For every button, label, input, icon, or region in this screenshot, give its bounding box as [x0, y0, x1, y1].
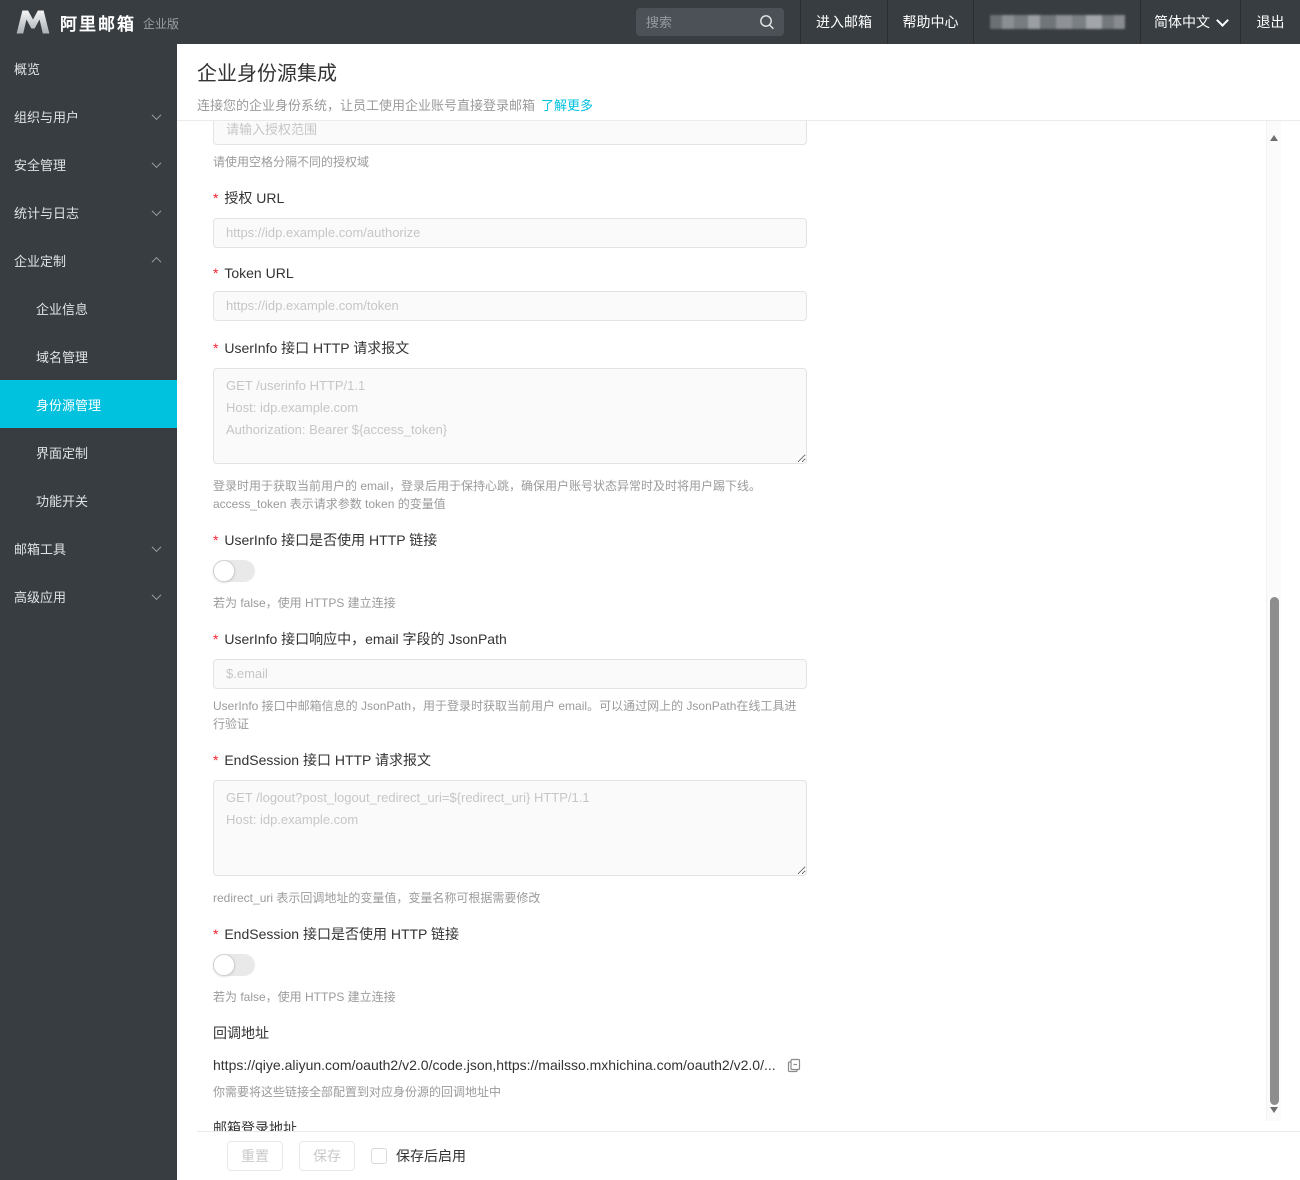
header-nav: 进入邮箱 帮助中心 简体中文 退出 [800, 0, 1300, 44]
endsession-http-label: EndSession 接口是否使用 HTTP 链接 [213, 924, 807, 944]
sidebar-item-mail-tools[interactable]: 邮箱工具 [0, 524, 177, 572]
sidebar-item-identity-source[interactable]: 身份源管理 [0, 380, 177, 428]
header-search[interactable] [636, 8, 784, 36]
main-content: 企业身份源集成 连接您的企业身份系统，让员工使用企业账号直接登录邮箱 了解更多 请… [177, 44, 1300, 1180]
callback-helper: 你需要将这些链接全部配置到对应身份源的回调地址中 [213, 1084, 502, 1099]
language-selector[interactable]: 简体中文 [1140, 0, 1240, 44]
endsession-request-textarea[interactable] [213, 779, 807, 876]
logout-button[interactable]: 退出 [1240, 0, 1300, 44]
chevron-down-icon [151, 109, 162, 120]
auth-url-label: 授权 URL [213, 188, 807, 208]
enable-after-save[interactable]: 保存后启用 [371, 1146, 466, 1166]
endsession-request-helper: redirect_uri 表示回调地址的变量值，变量名称可根据需要修改 [213, 890, 541, 905]
top-bar: 阿里邮箱 企业版 进入邮箱 帮助中心 简体中文 退出 [0, 0, 1300, 44]
field-token-url: Token URL [213, 265, 807, 321]
account-menu[interactable] [973, 0, 1140, 44]
page-header: 企业身份源集成 连接您的企业身份系统，让员工使用企业账号直接登录邮箱 了解更多 [177, 44, 1300, 121]
endsession-http-toggle[interactable] [213, 953, 255, 976]
field-callback: 回调地址 https://qiye.aliyun.com/oauth2/v2.0… [213, 1023, 807, 1101]
page-title: 企业身份源集成 [197, 63, 337, 85]
enable-after-save-checkbox[interactable] [371, 1147, 387, 1164]
scrollbar-thumb[interactable] [1270, 597, 1279, 1105]
brand: 阿里邮箱 企业版 [0, 9, 179, 35]
userinfo-request-helper: 登录时用于获取当前用户的 email，登录后用于保持心跳，确保用户账号状态异常时… [213, 478, 762, 511]
scroll-down-icon[interactable] [1270, 1107, 1278, 1113]
userinfo-request-label: UserInfo 接口 HTTP 请求报文 [213, 338, 807, 358]
toggle-knob [213, 953, 235, 976]
sidebar-item-enterprise-custom[interactable]: 企业定制 [0, 236, 177, 284]
field-email-jsonpath: UserInfo 接口响应中，email 字段的 JsonPath UserIn… [213, 629, 807, 733]
endsession-http-helper: 若为 false，使用 HTTPS 建立连接 [213, 989, 396, 1004]
chevron-down-icon [151, 205, 162, 216]
search-icon[interactable] [758, 13, 776, 31]
toggle-knob [213, 559, 235, 582]
email-jsonpath-helper: UserInfo 接口中邮箱信息的 JsonPath，用于登录时获取当前用户 e… [213, 698, 797, 731]
scope-input[interactable] [213, 121, 807, 145]
sidebar-item-ui-custom[interactable]: 界面定制 [0, 428, 177, 476]
field-userinfo-request: UserInfo 接口 HTTP 请求报文 登录时用于获取当前用户的 email… [213, 338, 807, 513]
language-label: 简体中文 [1154, 14, 1210, 30]
save-button[interactable]: 保存 [299, 1140, 355, 1171]
reset-button[interactable]: 重置 [227, 1140, 283, 1171]
callback-label: 回调地址 [213, 1024, 269, 1041]
identity-source-form: 请使用空格分隔不同的授权域 授权 URL Token URL UserInfo … [213, 121, 807, 1131]
sidebar-item-overview[interactable]: 概览 [0, 44, 177, 92]
form-scroll-area: 请使用空格分隔不同的授权域 授权 URL Token URL UserInfo … [177, 121, 1266, 1131]
copy-icon[interactable] [786, 1057, 802, 1073]
sidebar-item-domain-mgmt[interactable]: 域名管理 [0, 332, 177, 380]
enter-mailbox-link[interactable]: 进入邮箱 [800, 0, 887, 44]
form-footer: 重置 保存 保存后启用 [177, 1131, 1300, 1180]
field-endsession-http: EndSession 接口是否使用 HTTP 链接 若为 false，使用 HT… [213, 924, 807, 1006]
sidebar-item-enterprise-info[interactable]: 企业信息 [0, 284, 177, 332]
chevron-down-icon [151, 589, 162, 600]
sidebar-item-advanced-apps[interactable]: 高级应用 [0, 572, 177, 620]
field-login-url: 邮箱登录地址 https://qiye.aliyun.com 通过 IDP 登录… [213, 1118, 807, 1132]
userinfo-request-textarea[interactable] [213, 367, 807, 464]
search-input[interactable] [646, 14, 758, 30]
callback-value: https://qiye.aliyun.com/oauth2/v2.0/code… [213, 1056, 776, 1073]
account-name-redacted [989, 15, 1125, 29]
help-center-link[interactable]: 帮助中心 [887, 0, 973, 44]
field-endsession-request: EndSession 接口 HTTP 请求报文 redirect_uri 表示回… [213, 750, 807, 907]
sidebar-item-security[interactable]: 安全管理 [0, 140, 177, 188]
login-url-label: 邮箱登录地址 [213, 1119, 297, 1132]
sidebar-item-stats-logs[interactable]: 统计与日志 [0, 188, 177, 236]
chevron-down-icon [151, 157, 162, 168]
userinfo-http-label: UserInfo 接口是否使用 HTTP 链接 [213, 530, 807, 550]
chevron-down-icon [151, 541, 162, 552]
aliyun-mail-logo-icon [15, 9, 51, 35]
field-userinfo-http: UserInfo 接口是否使用 HTTP 链接 若为 false，使用 HTTP… [213, 530, 807, 612]
sidebar-item-org-users[interactable]: 组织与用户 [0, 92, 177, 140]
brand-name: 阿里邮箱 [60, 14, 136, 34]
sidebar-item-feature-switch[interactable]: 功能开关 [0, 476, 177, 524]
scope-helper: 请使用空格分隔不同的授权域 [213, 154, 370, 169]
brand-edition: 企业版 [143, 17, 180, 31]
learn-more-link[interactable]: 了解更多 [541, 98, 593, 113]
page-subtitle: 连接您的企业身份系统，让员工使用企业账号直接登录邮箱 了解更多 [197, 98, 594, 113]
email-jsonpath-label: UserInfo 接口响应中，email 字段的 JsonPath [213, 629, 807, 649]
vertical-scrollbar[interactable] [1266, 121, 1281, 1121]
email-jsonpath-input[interactable] [213, 658, 807, 689]
userinfo-http-helper: 若为 false，使用 HTTPS 建立连接 [213, 595, 396, 610]
auth-url-input[interactable] [213, 217, 807, 248]
field-scope: 请使用空格分隔不同的授权域 [213, 121, 807, 171]
token-url-input[interactable] [213, 290, 807, 321]
chevron-down-icon [1216, 13, 1229, 27]
chevron-up-icon [151, 256, 162, 267]
token-url-label: Token URL [213, 265, 807, 281]
field-auth-url: 授权 URL [213, 188, 807, 248]
userinfo-http-toggle[interactable] [213, 559, 255, 582]
enable-after-save-label: 保存后启用 [396, 1147, 466, 1164]
scroll-up-icon[interactable] [1270, 135, 1278, 141]
endsession-request-label: EndSession 接口 HTTP 请求报文 [213, 750, 807, 770]
sidebar: 概览 组织与用户 安全管理 统计与日志 企业定制 企业信息 域名管理 身份源管理… [0, 44, 177, 1180]
